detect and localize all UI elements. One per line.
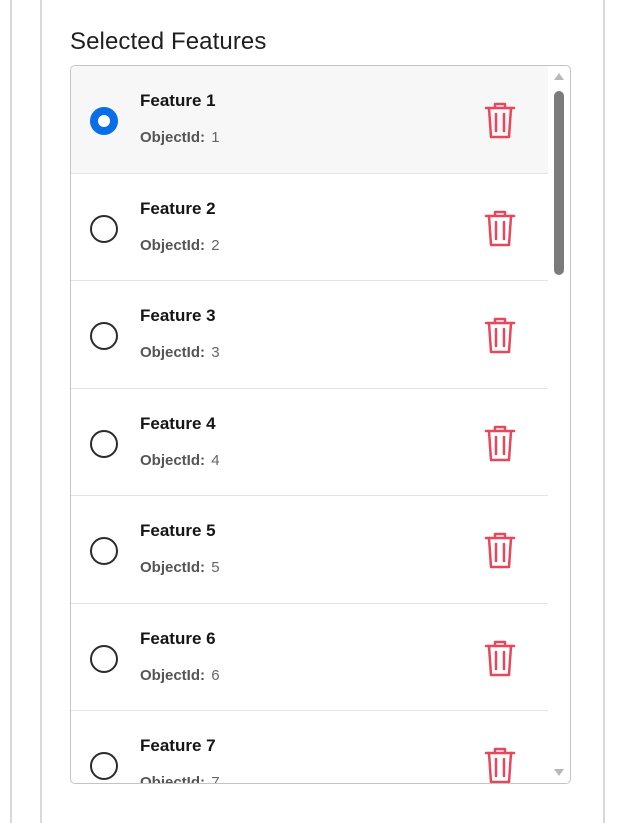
trash-icon[interactable] [483,100,517,140]
feature-meta: ObjectId: 7 [140,774,220,783]
feature-meta: ObjectId: 1 [140,129,220,146]
scroll-down-arrow-icon[interactable] [554,769,564,776]
meta-value: 2 [211,236,220,254]
meta-label: ObjectId: [140,666,206,684]
feature-meta: ObjectId: 4 [140,452,220,469]
feature-meta: ObjectId: 5 [140,559,220,576]
scrollbar-thumb[interactable] [554,91,564,275]
meta-label: ObjectId: [140,344,206,361]
features-list: Feature 1 ObjectId: 1 Feature 2 ObjectId… [70,65,571,784]
feature-item[interactable]: Feature 6 ObjectId: 6 [71,604,548,711]
meta-label: ObjectId: [140,236,206,254]
section-title: Selected Features [70,28,267,55]
meta-label: ObjectId: [140,774,206,783]
meta-value: 5 [211,559,220,576]
feature-item[interactable]: Feature 7 ObjectId: 7 [71,711,548,783]
radio-button-icon[interactable] [90,537,118,565]
feature-meta: ObjectId: 6 [140,667,220,684]
feature-meta: ObjectId: 2 [140,237,220,254]
meta-value: 6 [211,666,220,684]
trash-icon[interactable] [483,638,517,678]
feature-title: Feature 6 [140,628,216,648]
panel-divider-left [10,0,12,823]
meta-value: 1 [211,129,220,146]
radio-button-icon[interactable] [90,644,118,673]
panel-divider-right [603,0,605,823]
trash-icon[interactable] [483,423,517,463]
feature-title: Feature 4 [140,413,216,433]
feature-item[interactable]: Feature 4 ObjectId: 4 [71,389,548,496]
trash-icon[interactable] [483,315,517,355]
radio-button-icon[interactable] [90,214,118,243]
radio-button-icon[interactable] [90,429,118,458]
feature-item[interactable]: Feature 2 ObjectId: 2 [71,174,548,281]
meta-label: ObjectId: [140,559,206,576]
feature-meta: ObjectId: 3 [140,344,220,361]
panel-divider-inner [40,0,42,823]
features-list-viewport: Feature 1 ObjectId: 1 Feature 2 ObjectId… [71,66,548,783]
feature-title: Feature 2 [140,198,216,218]
scroll-up-arrow-icon[interactable] [554,73,564,80]
feature-item[interactable]: Feature 3 ObjectId: 3 [71,281,548,389]
feature-title: Feature 3 [140,306,216,325]
meta-label: ObjectId: [140,129,206,146]
feature-title: Feature 1 [140,91,216,110]
radio-button-icon[interactable] [90,752,118,780]
list-scrollbar[interactable] [548,66,570,783]
meta-value: 3 [211,344,220,361]
meta-value: 4 [211,451,220,469]
trash-icon[interactable] [483,745,517,783]
trash-icon[interactable] [483,530,517,570]
feature-item[interactable]: Feature 1 ObjectId: 1 [71,66,548,174]
radio-button-icon[interactable] [90,107,118,135]
meta-label: ObjectId: [140,451,206,469]
feature-title: Feature 5 [140,521,216,540]
radio-button-icon[interactable] [90,322,118,350]
feature-title: Feature 7 [140,736,216,755]
feature-item[interactable]: Feature 5 ObjectId: 5 [71,496,548,604]
trash-icon[interactable] [483,208,517,248]
selected-features-panel: Selected Features Feature 1 ObjectId: 1 [0,0,628,823]
meta-value: 7 [211,774,220,783]
